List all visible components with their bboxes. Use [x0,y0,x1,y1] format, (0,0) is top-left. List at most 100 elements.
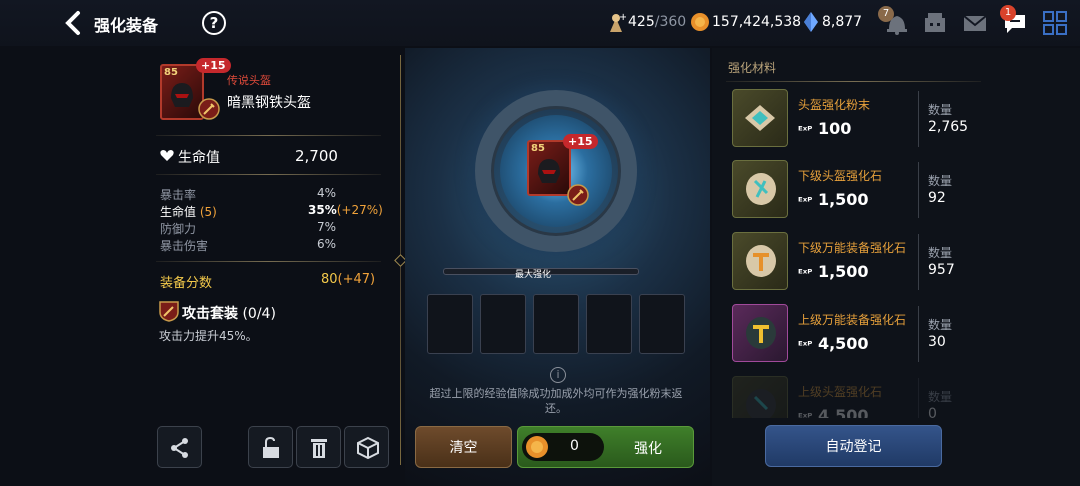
menu-grid-icon[interactable] [1042,10,1068,36]
material-row[interactable]: 下级万能装备强化石 ᴱˣᴾ 1,500 数量 957 [730,232,980,292]
quantity-label: 数量 [928,246,953,260]
material-slot[interactable] [533,294,579,354]
attack-set-icon [159,301,179,322]
material-icon [732,160,788,218]
quantity-value: 2,765 [928,119,969,135]
item-name: 暗黑钢铁头盔 [227,95,311,111]
divider [726,81,981,82]
material-name: 下级头盔强化石 [798,169,883,183]
quantity-value: 957 [928,262,955,278]
powder-icon [745,105,775,131]
target-item-card[interactable]: 85 [527,140,571,196]
enhance-level-badge: +15 [196,58,231,73]
dismantle-button[interactable] [344,426,389,468]
quantity-value: 0 [928,406,937,418]
top-bar: 强化装备 ? + 425/360 157,424,538 8,877 7 1 [0,0,1080,46]
enhance-stage: 85 +15 最大强化 i 超过上限的经验值除成功加成外均可作为强化粉末返还。 … [405,48,710,486]
material-slot[interactable] [639,294,685,354]
divider [918,162,919,218]
material-row[interactable]: 头盔强化粉末 ᴱˣᴾ 100 数量 2,765 [730,89,980,149]
bell-badge: 7 [878,6,894,22]
gold-coin-icon [526,436,548,458]
svg-text:+: + [619,12,626,23]
enhance-stone-icon [746,173,776,205]
material-slot[interactable] [480,294,526,354]
score-value: 80(+47) [321,272,376,287]
mail-icon[interactable] [962,10,988,36]
set-title: 攻击套装 (0/4) [182,306,276,322]
helmet-icon [538,159,560,183]
quantity-label: 数量 [928,390,953,404]
trash-icon [311,439,327,458]
unlock-icon [263,436,279,458]
universal-stone-icon [746,317,776,349]
delete-button[interactable] [296,426,341,468]
divider [156,174,381,175]
material-icon [732,89,788,147]
quantity-value: 92 [928,190,946,206]
stat-value: 35%(+27%) [308,203,383,217]
sword-emblem-icon [567,184,589,206]
stat-value: 6% [317,237,337,251]
quantity-label: 数量 [928,318,953,332]
stat-label: 生命值 (5) [160,205,217,219]
info-icon: i [550,367,566,383]
material-name: 下级万能装备强化石 [798,241,907,255]
material-exp: ᴱˣᴾ 4,500 [798,406,869,418]
divider [156,261,381,262]
main-stat-value: 2,700 [295,147,338,165]
share-button[interactable] [157,426,202,468]
material-slot[interactable] [427,294,473,354]
material-name: 头盔强化粉末 [798,98,871,112]
item-grade: 传说头盔 [227,74,271,87]
material-exp: ᴱˣᴾ 1,500 [798,262,869,281]
material-icon [732,304,788,362]
enhance-label: 强化 [634,441,662,457]
back-arrow-icon[interactable] [62,10,84,36]
crystal-icon [804,12,818,32]
item-level: 85 [531,143,545,154]
material-icon [732,232,788,290]
stat-label: 防御力 [160,222,197,236]
page-title: 强化装备 [94,16,159,35]
material-exp: ᴱˣᴾ 4,500 [798,334,869,353]
stat-label: 暴击率 [160,188,197,202]
material-row[interactable]: 上级头盔强化石 ᴱˣᴾ 4,500 数量 0 [730,376,980,418]
clear-button[interactable]: 清空 [415,426,512,468]
material-slot[interactable] [586,294,632,354]
quantity-value: 30 [928,334,946,350]
gold-coin-icon [691,13,709,31]
chat-badge: 1 [1000,5,1016,21]
material-exp: ᴱˣᴾ 100 [798,119,852,138]
guild-icon[interactable] [922,10,948,36]
enhance-notice: 超过上限的经验值除成功加成外均可作为强化粉末返还。 [429,387,683,415]
auto-register-button[interactable]: 自动登记 [765,425,942,467]
materials-title: 强化材料 [728,61,777,75]
gold-amount: 157,424,538 [712,14,802,30]
share-icon [171,438,188,458]
item-level: 85 [164,67,178,78]
divider [918,378,919,418]
sword-emblem-icon [198,98,220,120]
material-name: 上级万能装备强化石 [798,313,907,327]
crystal-amount: 8,877 [822,14,863,30]
divider [918,234,919,290]
stat-label: 暴击伤害 [160,239,209,253]
stamina-readout: 425/360 [628,14,687,30]
dismantle-cube-icon [357,436,379,460]
main-stat-label: 生命值 [178,150,220,166]
set-description: 攻击力提升45%。 [159,329,258,343]
stat-value: 4% [317,186,337,200]
enhance-button[interactable]: 0 强化 [517,426,694,468]
universal-stone-icon [746,245,776,277]
help-button[interactable]: ? [202,11,226,35]
max-enhance-label: 最大强化 [515,270,552,280]
material-row[interactable]: 上级万能装备强化石 ᴱˣᴾ 4,500 数量 30 [730,304,980,364]
divider [156,135,381,136]
divider [918,91,919,147]
stat-value: 7% [317,220,337,234]
enhance-cost: 0 [570,438,579,454]
material-row[interactable]: 下级头盔强化石 ᴱˣᴾ 1,500 数量 92 [730,160,980,220]
item-info-panel: 85 +15 传说头盔 暗黑钢铁头盔 生命值 2,700 暴击率 4% 生命值 … [150,50,400,350]
lock-button[interactable] [248,426,293,468]
